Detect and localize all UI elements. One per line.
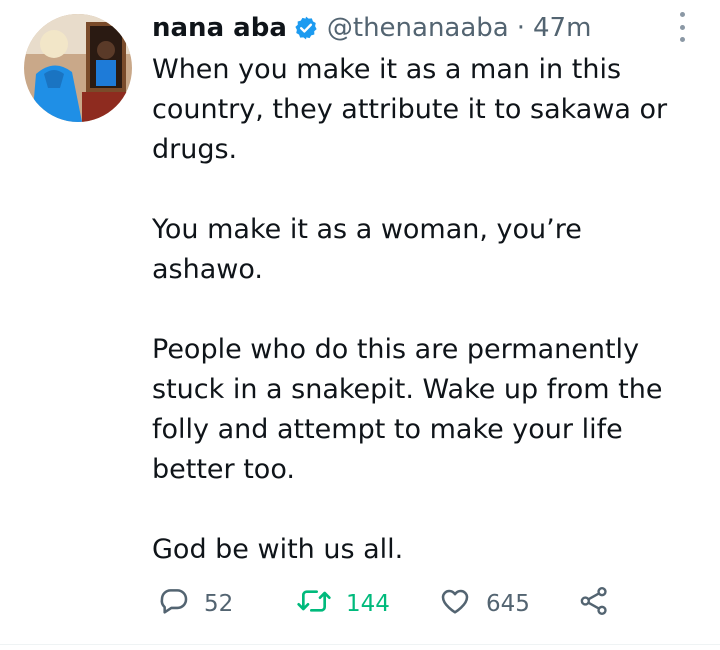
tweet-card[interactable]: nana aba @thenanaaba · 47m When you make… <box>0 0 720 650</box>
more-options-icon[interactable] <box>670 12 694 42</box>
tweet-text: When you make it as a man in this countr… <box>152 50 697 570</box>
share-icon <box>578 585 610 623</box>
reply-button[interactable]: 52 <box>158 584 233 624</box>
tweet-paragraph: When you make it as a man in this countr… <box>152 54 668 165</box>
avatar[interactable] <box>24 14 132 122</box>
tweet-actions: 52 144 645 <box>152 584 622 624</box>
tweet-paragraph: You make it as a woman, you’re ashawo. <box>152 214 582 285</box>
verified-badge-icon <box>293 15 319 41</box>
retweet-icon <box>296 585 332 623</box>
like-icon <box>438 585 472 623</box>
reply-count: 52 <box>204 591 234 617</box>
tweet-paragraph: God be with us all. <box>152 534 404 565</box>
retweet-count: 144 <box>346 591 390 617</box>
retweet-button[interactable]: 144 <box>296 584 390 624</box>
tweet-header: nana aba @thenanaaba · 47m <box>152 10 591 46</box>
reply-icon <box>158 585 190 623</box>
share-button[interactable] <box>578 584 610 624</box>
like-count: 645 <box>486 591 530 617</box>
tweet-timestamp[interactable]: 47m <box>533 13 591 43</box>
tweet-paragraph: People who do this are permanently stuck… <box>152 334 663 485</box>
tweet-divider <box>0 644 720 645</box>
author-handle[interactable]: @thenanaaba <box>327 13 509 43</box>
like-button[interactable]: 645 <box>438 584 530 624</box>
author-name[interactable]: nana aba <box>152 13 287 43</box>
header-separator: · <box>516 13 526 43</box>
